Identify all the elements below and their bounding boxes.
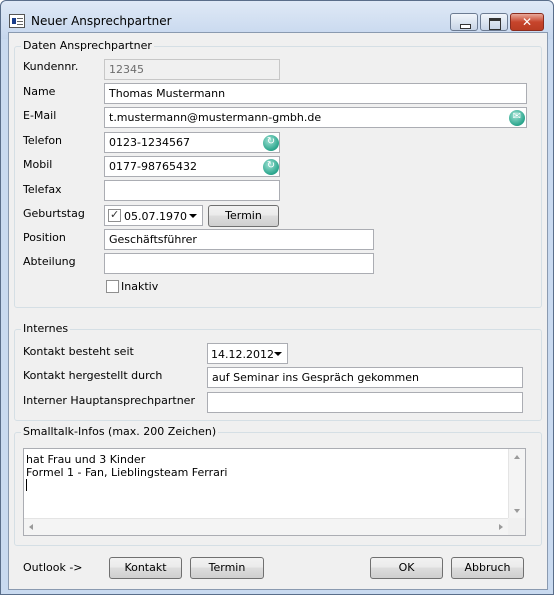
dial-icon[interactable]: ↻ (263, 159, 279, 175)
scrollbar-corner (508, 518, 525, 535)
scroll-down-icon[interactable] (514, 509, 520, 513)
customer-no-label: Kundennr. (23, 60, 79, 73)
scroll-left-icon[interactable] (29, 524, 33, 530)
fax-field[interactable] (104, 180, 280, 201)
main-contact-field[interactable] (207, 392, 523, 413)
dial-icon[interactable]: ↻ (263, 135, 279, 151)
smalltalk-group-label: Smalltalk-Infos (max. 200 Zeichen) (21, 425, 219, 438)
dialog-window: Neuer Ansprechpartner Daten Ansprechpart… (0, 0, 554, 595)
inactive-checkbox[interactable] (106, 280, 119, 293)
birthday-enabled-checkbox[interactable] (108, 208, 121, 222)
phone-label: Telefon (23, 134, 63, 147)
cancel-button[interactable]: Abbruch (451, 557, 524, 579)
position-label: Position (23, 231, 66, 244)
text-caret (26, 479, 27, 491)
birthday-value: 05.07.1970 (124, 210, 187, 223)
outlook-appointment-button[interactable]: Termin (190, 557, 264, 579)
close-button[interactable] (510, 13, 544, 31)
minimize-button[interactable] (450, 13, 478, 31)
customer-no-field[interactable]: 12345 (104, 59, 280, 80)
email-field[interactable]: t.mustermann@mustermann-gmbh.de (104, 107, 527, 128)
chevron-down-icon (274, 352, 282, 356)
maximize-button[interactable] (480, 13, 508, 31)
smalltalk-textarea[interactable]: hat Frau und 3 Kinder Formel 1 - Fan, Li… (23, 448, 526, 536)
ok-button[interactable]: OK (370, 557, 443, 579)
name-field[interactable]: Thomas Mustermann (104, 83, 527, 104)
mail-icon[interactable]: ✉ (509, 110, 525, 126)
fax-label: Telefax (23, 183, 62, 196)
department-label: Abteilung (23, 255, 76, 268)
outlook-label: Outlook -> (23, 561, 83, 574)
name-label: Name (23, 85, 56, 98)
phone-field[interactable]: 0123-1234567 (104, 132, 280, 153)
birthday-label: Geburtstag (23, 207, 85, 220)
made-by-label: Kontakt hergestellt durch (23, 369, 163, 382)
contact-since-date-picker[interactable]: 14.12.2012 (207, 343, 288, 364)
smalltalk-text: hat Frau und 3 Kinder Formel 1 - Fan, Li… (26, 453, 228, 479)
birthday-date-picker[interactable]: 05.07.1970 (104, 205, 203, 226)
department-field[interactable] (104, 253, 374, 274)
position-field[interactable]: Geschäftsführer (104, 229, 374, 250)
birthday-appointment-button[interactable]: Termin (208, 205, 279, 227)
inactive-label: Inaktiv (121, 280, 159, 293)
main-contact-label: Interner Hauptansprechpartner (23, 394, 195, 407)
contact-since-label: Kontakt besteht seit (23, 345, 134, 358)
scroll-up-icon[interactable] (514, 455, 520, 459)
scroll-right-icon[interactable] (499, 524, 503, 530)
vertical-scrollbar[interactable] (508, 449, 525, 519)
made-by-field[interactable]: auf Seminar ins Gespräch gekommen (207, 367, 523, 388)
horizontal-scrollbar[interactable] (24, 518, 508, 535)
window-title: Neuer Ansprechpartner (31, 14, 172, 28)
dialog-body: Daten Ansprechpartner Kundennr. 12345 Na… (8, 32, 548, 590)
email-label: E-Mail (23, 109, 57, 122)
chevron-down-icon (189, 214, 197, 218)
contact-data-group-label: Daten Ansprechpartner (21, 39, 154, 52)
app-icon (9, 14, 25, 28)
mobile-label: Mobil (23, 158, 53, 171)
mobile-field[interactable]: 0177-98765432 (104, 156, 280, 177)
contact-since-value: 14.12.2012 (211, 348, 274, 361)
outlook-contact-button[interactable]: Kontakt (109, 557, 182, 579)
internal-group-label: Internes (21, 322, 71, 335)
